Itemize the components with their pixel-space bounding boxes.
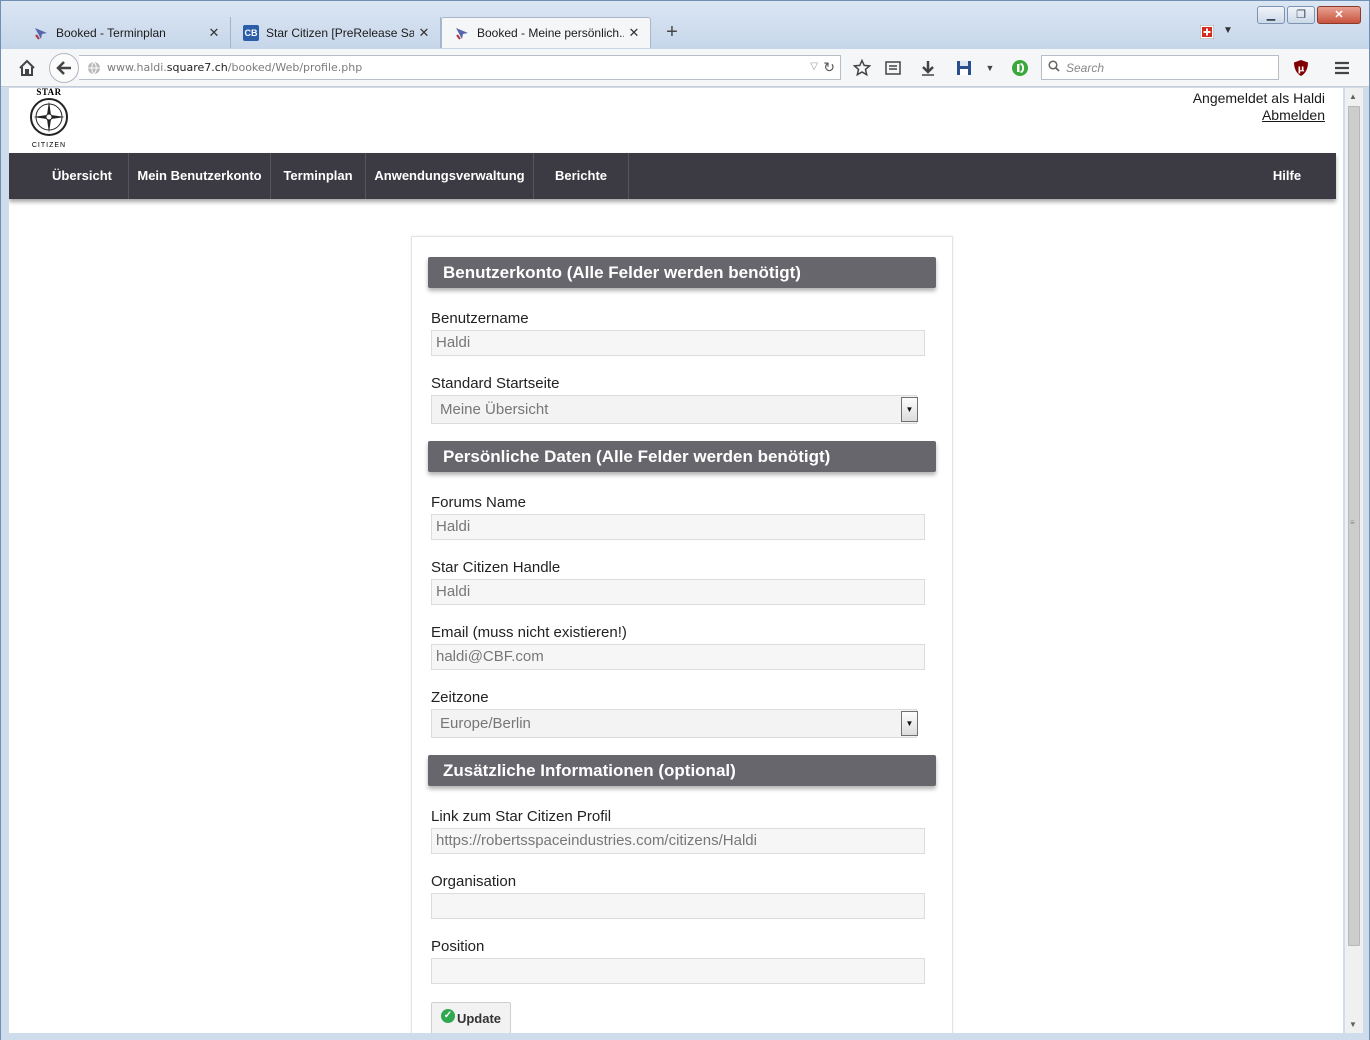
handle-input[interactable]: Haldi [431, 579, 925, 605]
window-controls: ▁ ❐ ✕ [1257, 6, 1361, 24]
email-input[interactable]: haldi@CBF.com [431, 644, 925, 670]
email-label: Email (muss nicht existieren!) [431, 624, 627, 641]
booked-favicon-icon [454, 25, 470, 41]
tab-close-icon[interactable]: ✕ [204, 25, 224, 41]
reload-icon[interactable]: ↻ [823, 59, 835, 76]
booked-favicon-icon [33, 25, 49, 41]
nav-item-terminplan[interactable]: Terminplan [271, 153, 365, 199]
search-bar[interactable]: Search [1041, 55, 1279, 80]
download-icon[interactable] [918, 58, 938, 78]
scroll-up-icon[interactable]: ▲ [1349, 92, 1357, 101]
select-arrow-icon[interactable]: ▼ [901, 397, 918, 422]
nav-item-berichte[interactable]: Berichte [534, 153, 628, 199]
back-arrow-icon[interactable] [49, 53, 79, 83]
section-header-account: Benutzerkonto (Alle Felder werden benöti… [428, 257, 936, 288]
timezone-label: Zeitzone [431, 689, 489, 706]
nav-item-anwendungsverwaltung[interactable]: Anwendungsverwaltung [366, 153, 533, 199]
maximize-icon[interactable]: ❐ [1287, 6, 1315, 24]
forums-name-label: Forums Name [431, 494, 527, 511]
tabs-menu-chevron-icon[interactable]: ▼ [1223, 25, 1233, 36]
homepage-select[interactable]: Meine Übersicht ▼ [431, 395, 918, 424]
organisation-label: Organisation [431, 873, 517, 890]
save-floppy-icon[interactable] [954, 58, 974, 78]
profile-form: Benutzerkonto (Alle Felder werden benöti… [411, 236, 953, 1033]
logged-in-text: Angemeldet als Haldi [1192, 90, 1325, 106]
hamburger-menu-icon[interactable] [1332, 58, 1352, 78]
position-label: Position [431, 938, 485, 955]
svg-text:μ: μ [1298, 65, 1305, 75]
tab-close-icon[interactable]: ✕ [414, 25, 434, 41]
profile-link-input[interactable]: https://robertsspaceindustries.com/citiz… [431, 828, 925, 854]
nav-separator [628, 153, 629, 199]
bookmark-star-icon[interactable] [852, 58, 872, 78]
ublock-icon[interactable]: μ [1291, 58, 1311, 78]
new-tab-plus-icon[interactable]: + [661, 21, 683, 43]
extension-green-icon[interactable] [1010, 58, 1030, 78]
browser-toolbar: www.haldi.square7.ch/booked/Web/profile.… [1, 49, 1369, 87]
user-info: Angemeldet als Haldi Abmelden [1193, 90, 1325, 124]
page-viewport: STAR CITIZEN Angemeldet als Haldi Abmeld… [9, 88, 1343, 1033]
update-button[interactable]: ✓ Update [431, 1002, 511, 1033]
minimize-icon[interactable]: ▁ [1257, 6, 1285, 24]
position-input[interactable] [431, 958, 925, 984]
browser-window: Booked - Terminplan ✕ CB Star Citizen [P… [0, 0, 1370, 1040]
username-input[interactable]: Haldi [431, 330, 925, 356]
home-icon[interactable] [17, 58, 37, 78]
handle-label: Star Citizen Handle [431, 559, 561, 576]
select-arrow-icon[interactable]: ▼ [901, 711, 918, 736]
page-scrollbar[interactable]: ▲ ≡ ▼ [1345, 88, 1363, 1033]
compass-emblem-icon [30, 98, 68, 136]
site-header: STAR CITIZEN Angemeldet als Haldi Abmeld… [9, 88, 1343, 153]
check-icon: ✓ [440, 1009, 455, 1023]
tab-booked-profile[interactable]: Booked - Meine persönlich... ✕ [441, 17, 651, 48]
close-window-icon[interactable]: ✕ [1317, 6, 1361, 24]
section-header-extra: Zusätzliche Informationen (optional) [428, 755, 936, 786]
forums-name-input[interactable]: Haldi [431, 514, 925, 540]
save-menu-chevron-icon[interactable]: ▼ [980, 58, 1000, 78]
logout-link[interactable]: Abmelden [1193, 107, 1325, 124]
window-bottom-border [1, 1033, 1369, 1040]
timezone-select[interactable]: Europe/Berlin ▼ [431, 709, 918, 738]
url-bar[interactable]: www.haldi.square7.ch/booked/Web/profile.… [79, 55, 841, 80]
nav-item-hilfe[interactable]: Hilfe [1255, 153, 1319, 199]
profile-link-label: Link zum Star Citizen Profil [431, 808, 612, 825]
star-citizen-logo[interactable]: STAR CITIZEN [25, 88, 73, 149]
cb-favicon-icon: CB [243, 24, 259, 41]
tab-close-icon[interactable]: ✕ [624, 25, 644, 41]
username-label: Benutzername [431, 310, 529, 327]
tab-booked-terminplan[interactable]: Booked - Terminplan ✕ [21, 17, 231, 48]
globe-icon [87, 61, 101, 75]
url-text: www.haldi.square7.ch/booked/Web/profile.… [107, 61, 363, 74]
url-dropdown-icon[interactable]: ▽ [810, 61, 818, 72]
nav-item-mein-benutzerkonto[interactable]: Mein Benutzerkonto [129, 153, 270, 199]
tab-star-citizen[interactable]: CB Star Citizen [PreRelease Sa... ✕ [231, 17, 441, 48]
reading-list-icon[interactable] [883, 58, 903, 78]
scroll-down-icon[interactable]: ▼ [1349, 1020, 1357, 1029]
tab-strip: Booked - Terminplan ✕ CB Star Citizen [P… [1, 1, 1369, 49]
homepage-label: Standard Startseite [431, 375, 560, 392]
section-header-personal: Persönliche Daten (Alle Felder werden be… [428, 441, 936, 472]
swiss-flag-icon[interactable] [1199, 24, 1215, 40]
search-icon [1048, 60, 1060, 75]
organisation-input[interactable] [431, 893, 925, 919]
nav-item-uebersicht[interactable]: Übersicht [37, 153, 127, 199]
main-navigation: Übersicht Mein Benutzerkonto Terminplan … [9, 153, 1336, 199]
scroll-grip-icon: ≡ [1350, 518, 1355, 527]
